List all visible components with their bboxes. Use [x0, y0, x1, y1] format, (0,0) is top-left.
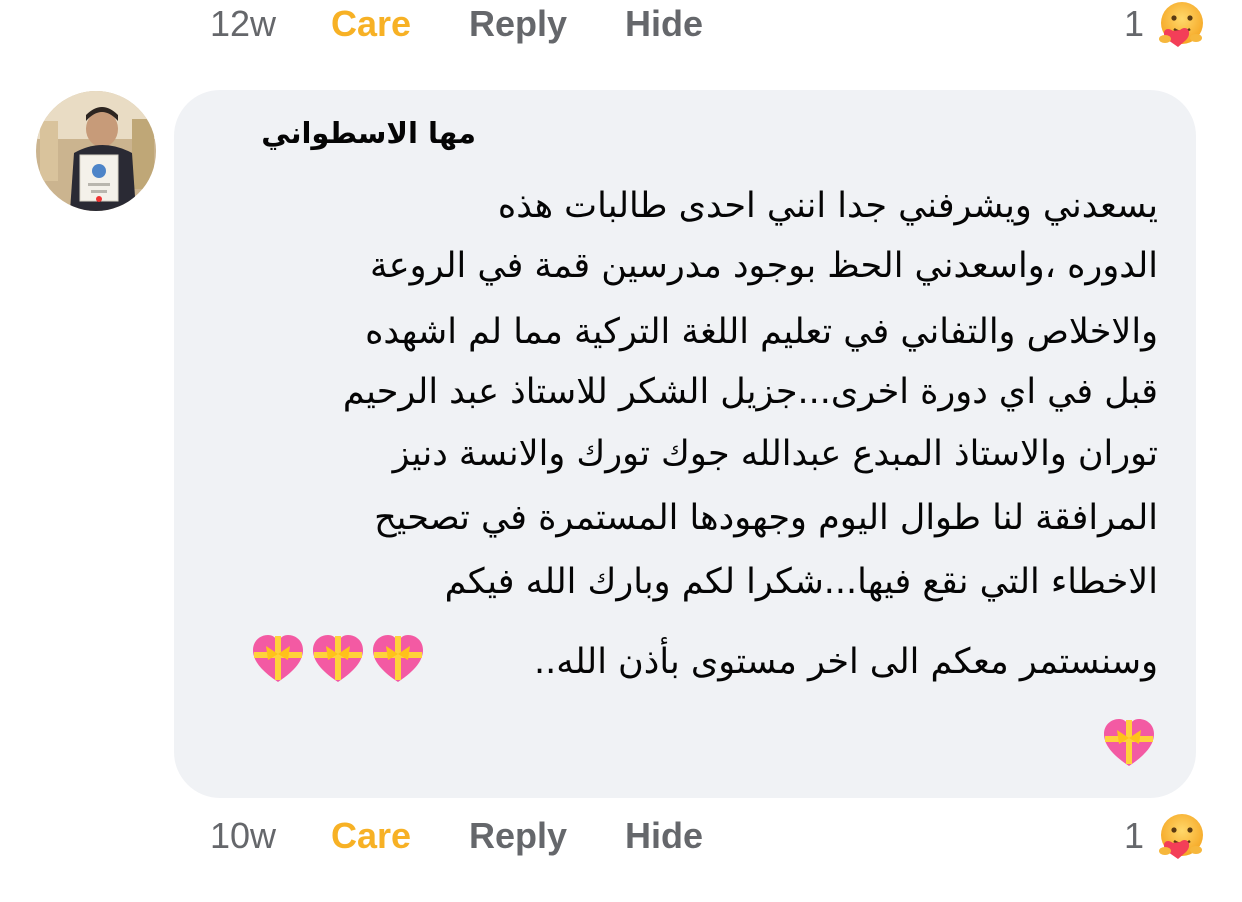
hide-button[interactable]: Hide: [625, 814, 703, 858]
care-emoji-icon[interactable]: [1156, 812, 1208, 862]
care-reaction-button[interactable]: Care: [331, 814, 411, 858]
comment-timestamp: 12w: [210, 3, 277, 44]
comment-text-line: يسعدني ويشرفني جدا انني احدى طالبات هذه: [497, 186, 1158, 226]
comment-text-line: قبل في اي دورة اخرى...جزيل الشكر للاستاذ…: [342, 372, 1158, 412]
heart-with-ribbon-icon: [373, 635, 423, 682]
heart-with-ribbon-icon: [253, 635, 303, 682]
reaction-count[interactable]: 1: [1124, 2, 1144, 46]
care-emoji-icon[interactable]: [1156, 0, 1208, 50]
comment-text-line: والاخلاص والتفاني في تعليم اللغة التركية…: [365, 312, 1158, 352]
comment-thread: 12w Care Reply Hide 1 مها الاسطواني يسعد…: [0, 0, 1242, 902]
comment-author-name[interactable]: مها الاسطواني: [261, 116, 476, 150]
comment-actions-row-1: 12w Care Reply Hide 1: [0, 0, 1242, 50]
comment-text-line: الاخطاء التي نقع فيها...شكرا لكم وبارك ا…: [444, 562, 1158, 602]
reply-button[interactable]: Reply: [469, 2, 567, 46]
heart-emoji-group: [250, 632, 430, 688]
comment-text-line: المرافقة لنا طوال اليوم وجهودها المستمرة…: [374, 498, 1158, 538]
heart-with-ribbon-icon: [313, 635, 363, 682]
reply-button[interactable]: Reply: [469, 814, 567, 858]
comment-actions-row-2: 10w Care Reply Hide 1: [0, 812, 1242, 862]
care-reaction-button[interactable]: Care: [331, 2, 411, 46]
avatar-photo: [36, 91, 156, 211]
heart-with-ribbon-icon: [1104, 719, 1154, 766]
hide-button[interactable]: Hide: [625, 2, 703, 46]
comment-text-line: وسنستمر معكم الى اخر مستوى بأذن الله..: [533, 642, 1158, 682]
comment-text-line: توران والاستاذ المبدع عبدالله جوك تورك و…: [392, 434, 1158, 474]
comment-timestamp: 10w: [210, 815, 277, 856]
commenter-avatar[interactable]: [36, 91, 156, 211]
reaction-count[interactable]: 1: [1124, 814, 1144, 858]
comment-text-line: الدوره ،واسعدني الحظ بوجود مدرسين قمة في…: [370, 246, 1158, 286]
